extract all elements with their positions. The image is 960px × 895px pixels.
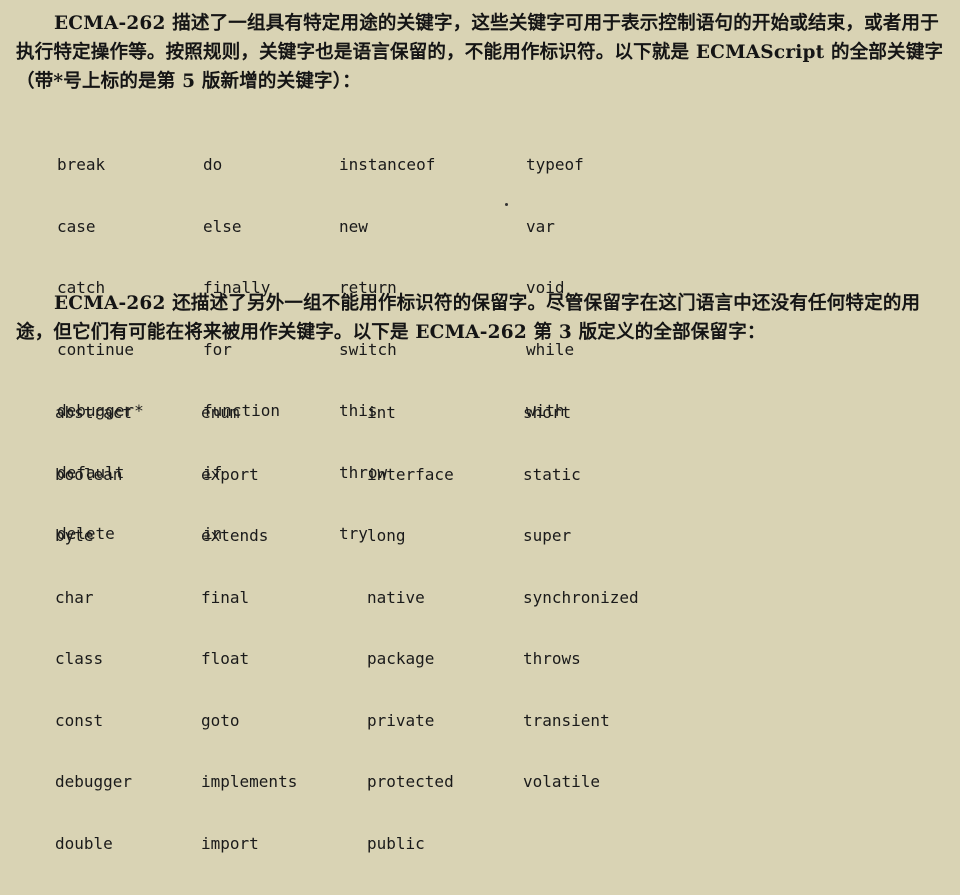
reserved-word-item: extends xyxy=(201,526,269,545)
reserved-word-item: long xyxy=(367,526,406,545)
reserved-intro-paragraph: ECMA-262 还描述了另外一组不能用作标识符的保留字。尽管保留字在这门语言中… xyxy=(16,289,944,347)
reserved-word-item: const xyxy=(55,710,104,730)
reserved-column-3: int interface long native package privat… xyxy=(367,362,454,895)
reserved-word-item: public xyxy=(367,833,425,853)
reserved-word-item: private xyxy=(367,710,435,730)
reserved-column-4: short static super synchronized throws t… xyxy=(523,362,639,834)
reserved-word-item: transient xyxy=(523,710,610,730)
reserved-word-item: interface xyxy=(367,464,454,484)
keywords-intro-paragraph: ECMA-262 描述了一组具有特定用途的关键字，这些关键字可用于表示控制语句的… xyxy=(16,9,944,96)
reserved-word-item: package xyxy=(367,649,435,668)
keyword-item: typeof xyxy=(526,155,584,174)
reserved-word-item: float xyxy=(201,649,250,668)
keyword-item: case xyxy=(57,216,96,236)
reserved-word-item: volatile xyxy=(523,772,601,791)
reserved-word-item: short xyxy=(523,403,572,422)
reserved-intro-text-a: ECMA-262 还描述了另外一组不能用作标识符的 xyxy=(54,293,472,314)
reserved-column-1: abstract boolean byte char class const d… xyxy=(55,362,132,895)
reserved-word-item: static xyxy=(523,464,581,484)
keywords-intro-text-a: ECMA-262 描述了一组具有特定用途的 xyxy=(54,13,397,34)
keyword-item: new xyxy=(339,216,368,236)
reserved-word-item: boolean xyxy=(55,464,123,484)
reserved-word-item: int xyxy=(367,403,396,422)
reserved-word-item: final xyxy=(201,587,250,607)
reserved-word-item: synchronized xyxy=(523,587,639,607)
keyword-item: break xyxy=(57,155,106,174)
reserved-word-item: native xyxy=(367,587,425,607)
keyword-item: do xyxy=(203,155,223,174)
reserved-word-item: throws xyxy=(523,649,581,668)
keyword-item: else xyxy=(203,216,242,236)
keyword-item: var xyxy=(526,216,555,236)
keywords-term: 关键字 xyxy=(396,13,453,34)
reserved-word-item: goto xyxy=(201,710,240,730)
reserved-word-item: byte xyxy=(55,526,94,545)
reserved-word-item: char xyxy=(55,587,94,607)
reserved-word-item: enum xyxy=(201,403,240,422)
reserved-term: 保留字 xyxy=(471,293,528,314)
scan-dot xyxy=(505,203,508,206)
document-page: ECMA-262 描述了一组具有特定用途的关键字，这些关键字可用于表示控制语句的… xyxy=(0,0,960,853)
reserved-word-item: export xyxy=(201,464,259,484)
reserved-word-item: class xyxy=(55,649,104,668)
reserved-word-item: double xyxy=(55,833,113,853)
keyword-item: instanceof xyxy=(339,155,436,174)
reserved-word-item: debugger xyxy=(55,772,133,791)
reserved-word-item: super xyxy=(523,526,572,545)
reserved-word-item: implements xyxy=(201,772,298,791)
reserved-column-2: enum export extends final float goto imp… xyxy=(201,362,297,895)
reserved-word-item: import xyxy=(201,833,259,853)
reserved-word-item: protected xyxy=(367,772,454,791)
reserved-word-item: abstract xyxy=(55,403,133,422)
